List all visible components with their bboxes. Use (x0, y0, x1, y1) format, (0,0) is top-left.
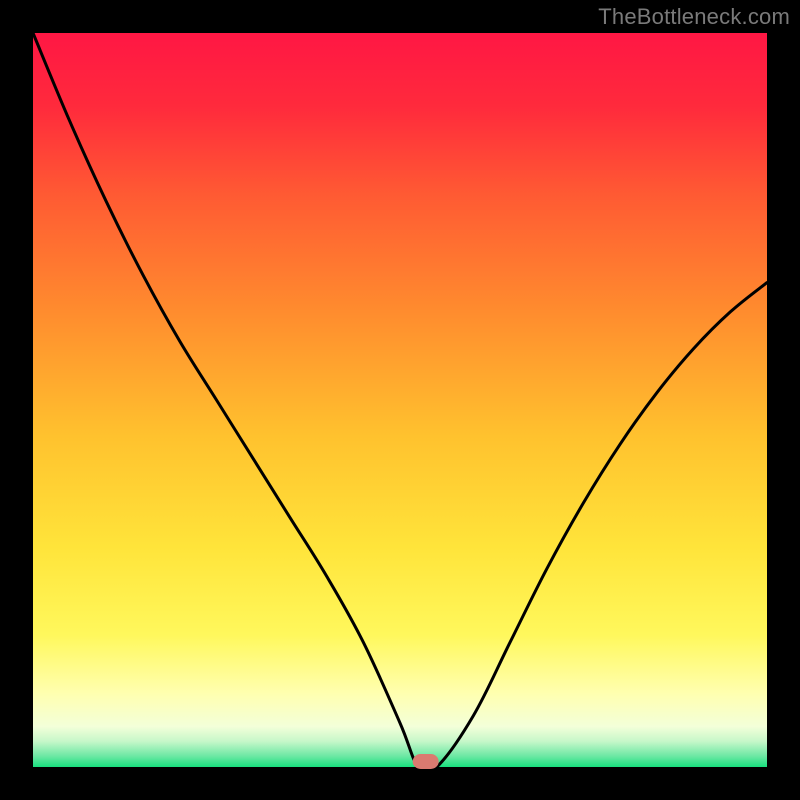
minimum-marker (413, 754, 439, 769)
bottleneck-chart (0, 0, 800, 800)
plot-background (33, 33, 767, 767)
chart-frame: TheBottleneck.com (0, 0, 800, 800)
watermark-text: TheBottleneck.com (598, 4, 790, 30)
